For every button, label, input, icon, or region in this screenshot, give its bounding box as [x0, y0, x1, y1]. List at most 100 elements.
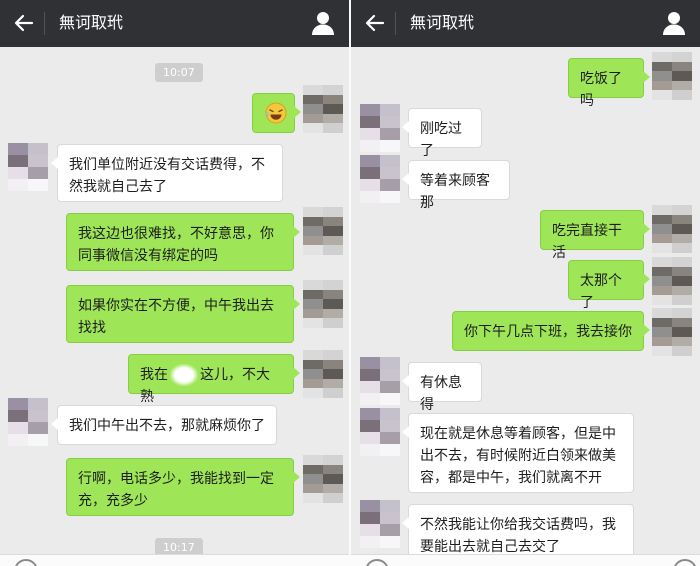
avatar-mosaic-tile — [380, 512, 400, 524]
outgoing-message[interactable]: 吃饭了吗 — [568, 58, 650, 109]
my-avatar[interactable] — [303, 350, 343, 398]
avatar-mosaic-tile — [28, 410, 48, 422]
avatar-mosaic-tile — [8, 422, 28, 434]
chat-screen-right: 無诃取玳 吃饭了吗 刚吃过了 等着来顾客那 吃完直接干活 太那个了 你下午几点下… — [351, 0, 700, 566]
incoming-message[interactable]: 我们单位附近没有交话费得，不然我就自己去了 — [51, 144, 283, 202]
contact-avatar[interactable] — [360, 408, 400, 456]
avatar-mosaic-tile — [380, 116, 400, 128]
user-icon[interactable] — [662, 10, 686, 36]
header-divider — [395, 12, 396, 35]
avatar-mosaic-tile — [672, 257, 692, 267]
avatar-mosaic-tile — [303, 369, 323, 379]
avatar-mosaic-tile — [652, 243, 672, 253]
avatar-mosaic-tile — [360, 420, 380, 432]
avatar-mosaic-tile — [323, 280, 343, 290]
my-avatar[interactable] — [652, 205, 692, 253]
avatar-mosaic-tile — [323, 104, 343, 114]
avatar-mosaic-tile — [380, 128, 400, 140]
avatar-mosaic-tile — [380, 104, 400, 116]
my-avatar[interactable] — [303, 85, 343, 133]
incoming-message[interactable]: 我们中午出不去，那就麻烦你了 — [51, 405, 277, 445]
back-arrow-icon[interactable] — [12, 11, 36, 35]
avatar-mosaic-tile — [323, 308, 343, 319]
avatar-mosaic-tile — [672, 71, 692, 81]
avatar-mosaic-tile — [8, 410, 28, 422]
avatar-mosaic-tile — [360, 191, 380, 203]
avatar-mosaic-tile — [360, 512, 380, 524]
message-text-start: 我在 — [140, 367, 168, 383]
avatar-mosaic-tile — [380, 357, 400, 369]
chat-screen-left: 無诃取玳 10:07 我们单位附近没有交话费得，不然我就自己去了 我这边也很难找… — [0, 0, 349, 566]
contact-avatar[interactable] — [360, 104, 400, 152]
avatar-mosaic-tile — [652, 336, 672, 347]
voice-toggle-icon[interactable] — [365, 559, 389, 566]
outgoing-message[interactable]: 太那个了 — [568, 260, 650, 311]
avatar-mosaic-tile — [380, 155, 400, 167]
outgoing-message[interactable]: 我在 这儿，不大熟 — [128, 354, 300, 405]
contact-avatar[interactable] — [360, 357, 400, 405]
avatar-mosaic-tile — [380, 393, 400, 405]
avatar-mosaic-tile — [303, 280, 323, 290]
avatar-mosaic-tile — [303, 245, 323, 255]
avatar-mosaic-tile — [672, 52, 692, 62]
avatar-mosaic-tile — [360, 140, 380, 152]
top-bar: 無诃取玳 — [351, 0, 700, 47]
avatar-mosaic-tile — [380, 420, 400, 432]
more-options-icon[interactable] — [673, 559, 697, 566]
incoming-message[interactable]: 有休息得 — [402, 362, 482, 413]
avatar-mosaic-tile — [323, 299, 343, 309]
avatar-mosaic-tile — [323, 493, 343, 503]
avatar-mosaic-tile — [303, 318, 323, 328]
my-avatar[interactable] — [303, 207, 343, 255]
incoming-message[interactable]: 现在就是休息等着顾客，但是中出不去，有时候附近白领来做美容，都是中午，我们就离不… — [402, 413, 634, 493]
my-avatar[interactable] — [652, 52, 692, 100]
contact-avatar[interactable] — [8, 398, 48, 446]
outgoing-message[interactable]: 行啊，电话多少，我能找到一定充，充多少 — [66, 458, 300, 516]
avatar-mosaic-tile — [303, 388, 323, 398]
outgoing-message-emoji[interactable] — [252, 93, 301, 133]
avatar-mosaic-tile — [360, 381, 380, 393]
contact-avatar[interactable] — [360, 500, 400, 548]
avatar-mosaic-tile — [323, 235, 343, 246]
avatar-mosaic-tile — [303, 483, 323, 494]
avatar-mosaic-tile — [652, 266, 672, 277]
incoming-message[interactable]: 等着来顾客那 — [402, 160, 510, 211]
outgoing-message[interactable]: 我这边也很难找，不好意思，你同事微信没有绑定的吗 — [66, 213, 300, 271]
avatar-mosaic-tile — [303, 113, 323, 124]
voice-toggle-icon[interactable] — [14, 559, 38, 566]
avatar-mosaic-tile — [28, 143, 48, 155]
avatar-mosaic-tile — [303, 94, 323, 105]
avatar-mosaic-tile — [652, 80, 672, 91]
incoming-message[interactable]: 刚吃过了 — [402, 108, 482, 159]
contact-avatar[interactable] — [8, 143, 48, 191]
outgoing-message[interactable]: 你下午几点下班，我去接你 — [452, 311, 650, 351]
avatar-mosaic-tile — [672, 327, 692, 337]
avatar-mosaic-tile — [652, 224, 672, 234]
avatar-mosaic-tile — [28, 179, 48, 191]
my-avatar[interactable] — [652, 308, 692, 356]
outgoing-message[interactable]: 吃完直接干活 — [540, 210, 650, 261]
avatar-mosaic-tile — [28, 167, 48, 179]
outgoing-message[interactable]: 如果你实在不方便，中午我出去找找 — [66, 285, 300, 343]
avatar-mosaic-tile — [672, 205, 692, 215]
avatar-mosaic-tile — [303, 493, 323, 503]
avatar-mosaic-tile — [380, 500, 400, 512]
avatar-mosaic-tile — [323, 378, 343, 389]
avatar-mosaic-tile — [303, 299, 323, 309]
my-avatar[interactable] — [652, 257, 692, 305]
avatar-mosaic-tile — [8, 167, 28, 179]
my-avatar[interactable] — [303, 455, 343, 503]
my-avatar[interactable] — [303, 280, 343, 328]
back-arrow-icon[interactable] — [363, 11, 387, 35]
avatar-mosaic-tile — [303, 464, 323, 475]
avatar-mosaic-tile — [380, 167, 400, 179]
avatar-mosaic-tile — [323, 113, 343, 124]
avatar-mosaic-tile — [8, 155, 28, 167]
user-icon[interactable] — [311, 10, 335, 36]
avatar-mosaic-tile — [652, 205, 672, 215]
contact-avatar[interactable] — [360, 155, 400, 203]
avatar-mosaic-tile — [360, 444, 380, 456]
avatar-mosaic-tile — [652, 71, 672, 81]
avatar-mosaic-tile — [672, 233, 692, 244]
avatar-mosaic-tile — [303, 235, 323, 246]
